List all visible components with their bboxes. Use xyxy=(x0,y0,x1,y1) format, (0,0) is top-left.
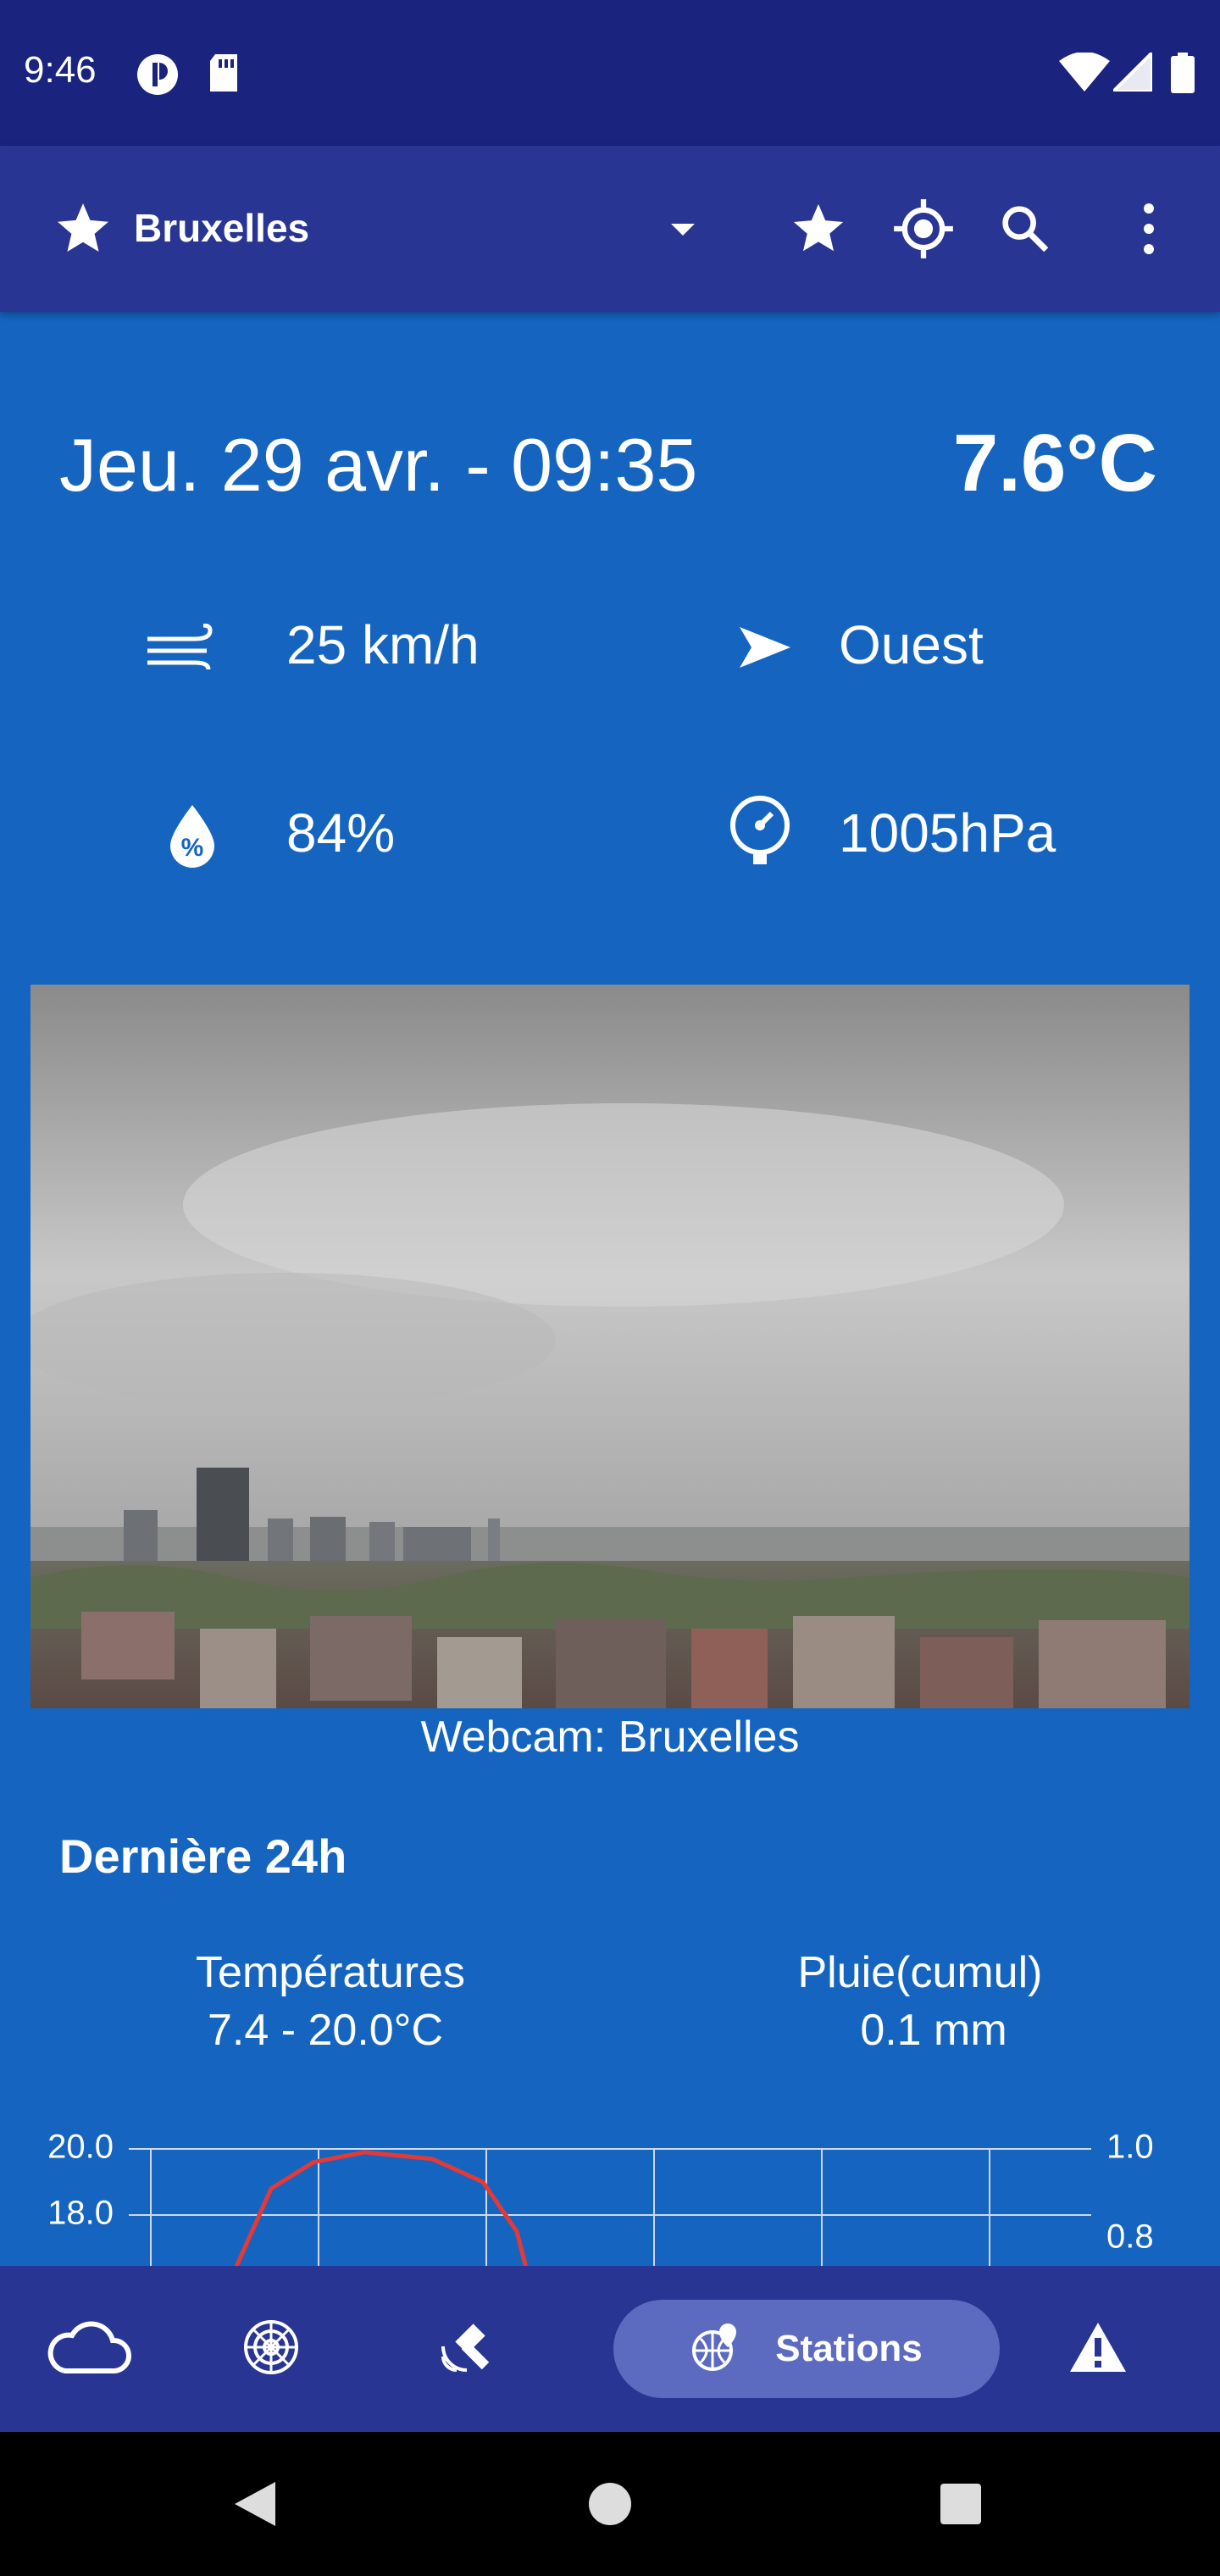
wind-icon xyxy=(144,613,220,681)
temperature-rain-chart: 20.0 18.0 1.0 0.8 xyxy=(47,2129,1154,2266)
y-right-tick-label: 1.0 xyxy=(1106,2129,1154,2166)
signal-icon xyxy=(1109,48,1154,96)
search-icon[interactable] xyxy=(991,195,1059,263)
recents-icon[interactable] xyxy=(927,2470,995,2538)
warning-icon xyxy=(1068,2321,1128,2378)
wind-speed: 25 km/h xyxy=(286,614,480,675)
y-left-tick-label: 18.0 xyxy=(47,2195,114,2232)
webcam-image[interactable] xyxy=(30,985,1190,1708)
current-temperature: 7.6°C xyxy=(952,418,1157,508)
svg-text:%: % xyxy=(181,834,204,862)
more-options-icon[interactable] xyxy=(1115,195,1183,263)
webcam-caption: Webcam: Bruxelles xyxy=(420,1713,800,1762)
temperatures-range: 7.4 - 20.0°C xyxy=(207,2006,444,2055)
y-right-tick-label: 0.8 xyxy=(1106,2218,1154,2256)
sd-card-icon xyxy=(207,53,241,97)
pressure-value: 1005hPa xyxy=(839,802,1056,863)
temperature-series-line xyxy=(234,2150,528,2266)
cloud-icon xyxy=(47,2320,132,2379)
main-content: Jeu. 29 avr. - 09:35 7.6°C 25 km/h Ouest… xyxy=(0,312,1220,2266)
nav-weather[interactable] xyxy=(34,2300,144,2398)
my-location-icon[interactable] xyxy=(890,195,957,263)
battery-icon xyxy=(1171,53,1195,97)
wind-direction-arrow-icon xyxy=(727,613,803,681)
location-dropdown-icon[interactable] xyxy=(649,195,717,263)
location-title[interactable]: Bruxelles xyxy=(134,205,309,251)
nav-stations[interactable]: Stations xyxy=(613,2300,1000,2398)
wifi-icon xyxy=(1059,52,1110,96)
favorite-star-icon[interactable] xyxy=(785,195,852,263)
humidity-icon: % xyxy=(154,802,230,869)
observation-datetime: Jeu. 29 avr. - 09:35 xyxy=(59,423,698,507)
humidity-value: 84% xyxy=(286,802,396,863)
status-bar: 9:46 xyxy=(0,0,1220,146)
wind-direction: Ouest xyxy=(839,614,984,675)
y-left-tick-label: 20.0 xyxy=(47,2129,114,2166)
satellite-icon xyxy=(436,2318,496,2381)
bottom-navigation: Stations xyxy=(0,2266,1220,2432)
rain-value: 0.1 mm xyxy=(860,2006,1007,2055)
app-notification-icon xyxy=(136,53,180,101)
nav-satellite[interactable] xyxy=(415,2300,517,2398)
temperatures-label: Températures xyxy=(196,1948,465,1997)
nav-radar[interactable] xyxy=(220,2300,322,2398)
radar-icon xyxy=(241,2318,301,2381)
status-time: 9:46 xyxy=(24,49,97,91)
nav-warnings[interactable] xyxy=(1047,2300,1149,2398)
last-24h-title: Dernière 24h xyxy=(59,1829,347,1883)
pressure-gauge-icon xyxy=(722,796,798,864)
favorite-location-star-icon xyxy=(49,195,117,263)
system-navigation-bar xyxy=(0,2432,1220,2576)
stations-icon xyxy=(690,2322,741,2377)
home-icon[interactable] xyxy=(576,2470,644,2538)
back-icon[interactable] xyxy=(220,2470,288,2538)
nav-stations-label: Stations xyxy=(775,2328,923,2369)
rain-label: Pluie(cumul) xyxy=(797,1948,1043,1997)
app-bar: Bruxelles xyxy=(0,146,1220,312)
